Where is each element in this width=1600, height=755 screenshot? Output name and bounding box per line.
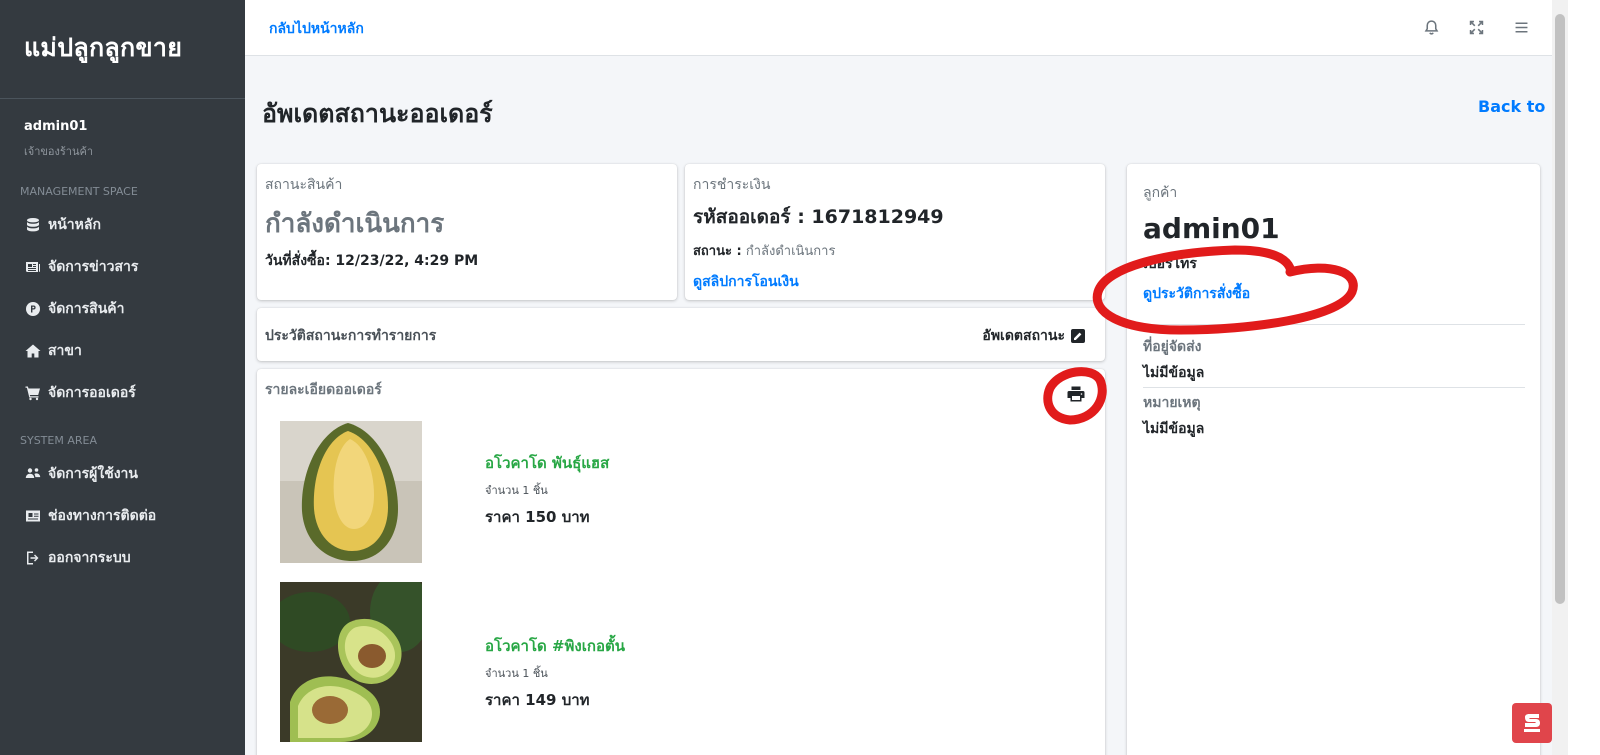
print-icon[interactable]: [1065, 383, 1087, 405]
sidebar-item-label: สาขา: [48, 343, 82, 359]
product-status-card: สถานะสินค้า กำลังดำเนินการ วันที่สั่งซื้…: [257, 164, 677, 300]
sidebar: แม่ปลูกลูกขาย admin01 เจ้าของร้านค้า MAN…: [0, 0, 245, 755]
sidebar-item-label: ช่องทางการติดต่อ: [48, 508, 157, 524]
fullscreen-icon[interactable]: [1466, 17, 1486, 37]
order-history-link[interactable]: ดูประวัติการสั่งซื้อ: [1143, 283, 1524, 305]
order-product-item: อโวคาโด พันธุ์แฮส จำนวน 1 ชิ้น ราคา 150 …: [280, 421, 900, 563]
update-status-label: อัพเดตสถานะ: [982, 328, 1065, 344]
user-role: เจ้าของร้านค้า: [24, 145, 94, 158]
sidebar-item-label: จัดการสินค้า: [48, 301, 125, 317]
product-qty: จำนวน 1 ชิ้น: [485, 667, 548, 680]
back-to-home-link[interactable]: กลับไปหน้าหลัก: [269, 18, 364, 40]
sidebar-item-products[interactable]: จัดการสินค้า: [0, 288, 245, 330]
product-status-value: กำลังดำเนินการ: [265, 209, 445, 239]
view-slip-link[interactable]: ดูสลิปการโอนเงิน: [693, 271, 1097, 293]
back-to-button[interactable]: Back to: [1478, 97, 1545, 116]
order-product-item: อโวคาโด #พิงเกอตั้น จำนวน 1 ชิ้น ราคา 14…: [280, 582, 900, 742]
sidebar-item-contacts[interactable]: ช่องทางการติดต่อ: [0, 495, 245, 537]
edit-icon: [1071, 329, 1085, 343]
sidebar-item-label: จัดการผู้ใช้งาน: [48, 466, 138, 482]
product-name[interactable]: อโวคาโด พันธุ์แฮส: [485, 451, 609, 475]
badge-logo-icon: [1524, 714, 1540, 732]
divider: [1143, 324, 1525, 325]
product-info: อโวคาโด พันธุ์แฮส จำนวน 1 ชิ้น ราคา 150 …: [485, 451, 609, 529]
sidebar-item-news[interactable]: จัดการข่าวสาร: [0, 246, 245, 288]
history-title: ประวัติสถานะการทำรายการ: [265, 328, 437, 344]
update-status-button[interactable]: อัพเดตสถานะ: [982, 325, 1085, 347]
payment-status-value: กำลังดำเนินการ: [745, 244, 836, 259]
order-detail-title: รายละเอียดออเดอร์: [265, 382, 382, 398]
order-history-card: ประวัติสถานะการทำรายการ อัพเดตสถานะ: [257, 308, 1105, 361]
right-gutter: [1568, 0, 1600, 755]
customer-card: ลูกค้า admin01 เบอร์โทร ดูประวัติการสั่ง…: [1127, 164, 1540, 755]
nav-header-management: MANAGEMENT SPACE: [20, 185, 138, 198]
note-label: หมายเหตุ: [1143, 395, 1201, 411]
product-name[interactable]: อโวคาโด #พิงเกอตั้น: [485, 634, 625, 658]
product-info: อโวคาโด #พิงเกอตั้น จำนวน 1 ชิ้น ราคา 14…: [485, 634, 625, 712]
nav-header-system: SYSTEM AREA: [20, 434, 97, 447]
brand-name[interactable]: แม่ปลูกลูกขาย: [24, 33, 182, 62]
sidebar-item-logout[interactable]: ออกจากระบบ: [0, 537, 245, 579]
sidebar-item-label: จัดการข่าวสาร: [48, 259, 139, 275]
customer-name: admin01: [1143, 212, 1280, 245]
product-image-avocado-hass: [280, 421, 422, 563]
scrollbar-thumb[interactable]: [1555, 14, 1565, 604]
payment-status: สถานะ : กำลังดำเนินการ: [693, 240, 1097, 261]
order-date: วันที่สั่งซื้อ: 12/23/22, 4:29 PM: [265, 253, 479, 269]
users-icon: [24, 465, 42, 483]
customer-label: ลูกค้า: [1143, 185, 1178, 201]
logout-icon: [24, 549, 42, 567]
user-name[interactable]: admin01: [24, 119, 245, 134]
bell-icon[interactable]: [1421, 17, 1441, 37]
address-value: ไม่มีข้อมูล: [1143, 365, 1205, 381]
payment-label: การชำระเงิน: [693, 177, 771, 193]
order-code: รหัสออเดอร์ : 1671812949: [693, 206, 944, 228]
newspaper-icon: [24, 258, 42, 276]
product-qty: จำนวน 1 ชิ้น: [485, 484, 548, 497]
contact-card-icon: [24, 507, 42, 525]
product-coin-icon: [24, 300, 42, 318]
sidebar-item-orders[interactable]: จัดการออเดอร์: [0, 372, 245, 414]
sidebar-item-branches[interactable]: สาขา: [0, 330, 245, 372]
vertical-scrollbar[interactable]: [1552, 0, 1568, 755]
product-price: ราคา 149 บาท: [485, 691, 590, 709]
address-label: ที่อยู่จัดส่ง: [1143, 339, 1202, 355]
product-image-avocado-pinkerton: [280, 582, 422, 742]
product-status-label: สถานะสินค้า: [265, 177, 343, 193]
payment-status-label: สถานะ :: [693, 244, 742, 259]
floating-app-badge[interactable]: [1512, 703, 1552, 743]
customer-phone: เบอร์โทร: [1143, 256, 1197, 272]
sidebar-item-home[interactable]: หน้าหลัก: [0, 204, 245, 246]
divider: [1143, 387, 1525, 388]
brand[interactable]: แม่ปลูกลูกขาย: [0, 0, 245, 99]
payment-card: การชำระเงิน รหัสออเดอร์ : 1671812949 สถา…: [685, 164, 1105, 300]
user-panel: admin01 เจ้าของร้านค้า: [0, 99, 245, 171]
menu-icon[interactable]: [1511, 17, 1531, 37]
sidebar-item-label: จัดการออเดอร์: [48, 385, 136, 401]
cart-icon: [24, 384, 42, 402]
order-detail-card: รายละเอียดออเดอร์ อโวคาโด พันธุ์แฮส จำนว…: [257, 369, 1105, 755]
home-icon: [24, 342, 42, 360]
note-value: ไม่มีข้อมูล: [1143, 421, 1205, 437]
sidebar-item-label: ออกจากระบบ: [48, 550, 131, 566]
sidebar-item-label: หน้าหลัก: [48, 217, 101, 233]
database-icon: [24, 216, 42, 234]
top-navbar: กลับไปหน้าหลัก: [245, 0, 1552, 56]
page-title: อัพเดตสถานะออเดอร์: [262, 99, 493, 128]
product-price: ราคา 150 บาท: [485, 508, 590, 526]
sidebar-item-users[interactable]: จัดการผู้ใช้งาน: [0, 453, 245, 495]
